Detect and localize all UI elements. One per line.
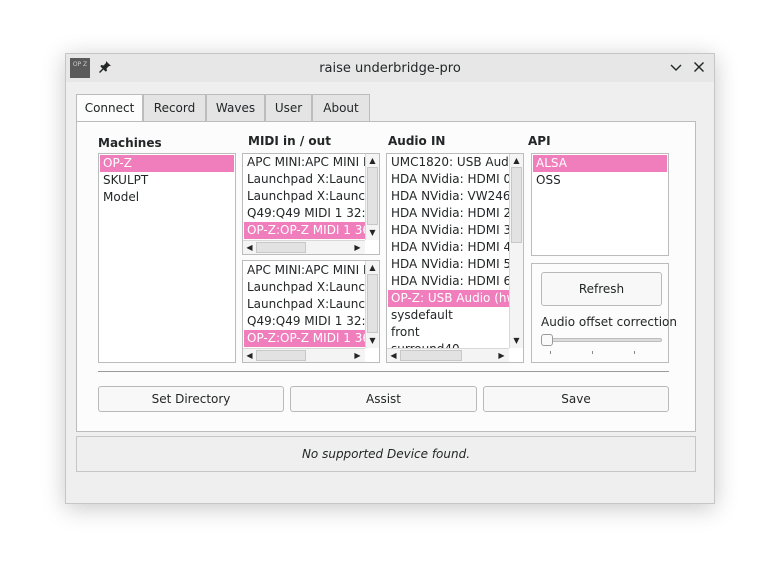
midi-in-hscrollbar[interactable]: ◀ ▶ (243, 240, 365, 254)
audio-in-item[interactable]: HDA NVidia: HDMI 4 (hw:1,10) (388, 239, 510, 256)
midi-out-hscrollbar[interactable]: ◀ ▶ (243, 348, 365, 362)
audio-offset-label: Audio offset correction (541, 315, 677, 329)
scroll-left-arrow-icon[interactable]: ◀ (387, 349, 400, 362)
audio-in-list[interactable]: UMC1820: USB Audio (hw:0,0) HDA NVidia: … (386, 153, 524, 363)
scroll-right-arrow-icon[interactable]: ▶ (351, 241, 364, 254)
refresh-button[interactable]: Refresh (541, 272, 662, 306)
scroll-thumb[interactable] (511, 167, 522, 243)
midi-out-item-selected[interactable]: OP-Z:OP-Z MIDI 1 36:0 (244, 330, 366, 347)
midi-in-item[interactable]: APC MINI:APC MINI MIDI 1 (244, 154, 366, 171)
connect-tab-panel: Machines OP-Z SKULPT Model MIDI in / out… (76, 121, 696, 432)
midi-out-vscrollbar[interactable]: ▲ ▼ (365, 261, 379, 348)
midi-in-item[interactable]: Launchpad X:Launchpad X MIDI 2 (244, 188, 366, 205)
audio-in-item[interactable]: HDA NVidia: VW246 (388, 188, 510, 205)
slider-tick (550, 351, 551, 354)
scroll-right-arrow-icon[interactable]: ▶ (495, 349, 508, 362)
audio-in-item[interactable]: sysdefault (388, 307, 510, 324)
audio-offset-slider-handle[interactable] (541, 334, 553, 346)
api-list[interactable]: ALSA OSS (531, 153, 669, 256)
midi-in-item[interactable]: Launchpad X:Launchpad X MIDI 1 (244, 171, 366, 188)
close-icon[interactable] (691, 59, 707, 75)
scroll-thumb[interactable] (367, 167, 378, 225)
audio-in-vscrollbar[interactable]: ▲ ▼ (509, 154, 523, 348)
scroll-thumb[interactable] (400, 350, 462, 361)
scroll-up-arrow-icon[interactable]: ▲ (366, 154, 379, 167)
window-title: raise underbridge-pro (319, 61, 461, 76)
midi-header: MIDI in / out (248, 134, 331, 148)
app-window: OP Z raise underbridge-pro Connect Recor… (65, 53, 715, 504)
assist-button[interactable]: Assist (290, 386, 477, 412)
minimize-chevron-icon[interactable] (668, 59, 684, 75)
separator-line (98, 371, 669, 372)
audio-in-item[interactable]: HDA NVidia: HDMI 2 (hw:1,8) (388, 205, 510, 222)
audio-in-item[interactable]: front (388, 324, 510, 341)
machines-list[interactable]: OP-Z SKULPT Model (98, 153, 236, 363)
machine-item-skulpt[interactable]: SKULPT (100, 172, 234, 189)
audio-in-item-selected[interactable]: OP-Z: USB Audio (hw:5,0) (388, 290, 510, 307)
audio-in-item[interactable]: HDA NVidia: HDMI 6 (hw:1,12) (388, 273, 510, 290)
scroll-thumb[interactable] (367, 274, 378, 333)
api-item-alsa[interactable]: ALSA (533, 155, 667, 172)
audio-in-item[interactable]: HDA NVidia: HDMI 5 (hw:1,11) (388, 256, 510, 273)
midi-in-vscrollbar[interactable]: ▲ ▼ (365, 154, 379, 240)
machine-item-op-z[interactable]: OP-Z (100, 155, 234, 172)
api-header: API (528, 134, 551, 148)
scroll-up-arrow-icon[interactable]: ▲ (366, 261, 379, 274)
midi-out-item[interactable]: Launchpad X:Launchpad X MIDI 1 (244, 279, 366, 296)
midi-in-item[interactable]: Q49:Q49 MIDI 1 32:0 (244, 205, 366, 222)
slider-tick (634, 351, 635, 354)
tab-about[interactable]: About (312, 94, 370, 121)
save-button[interactable]: Save (483, 386, 669, 412)
scroll-left-arrow-icon[interactable]: ◀ (243, 349, 256, 362)
scroll-left-arrow-icon[interactable]: ◀ (243, 241, 256, 254)
scroll-thumb[interactable] (256, 242, 306, 253)
machines-header: Machines (98, 136, 162, 150)
machine-item-model[interactable]: Model (100, 189, 234, 206)
set-directory-button[interactable]: Set Directory (98, 386, 284, 412)
midi-in-item-selected[interactable]: OP-Z:OP-Z MIDI 1 36:0 (244, 222, 366, 239)
midi-out-item[interactable]: Q49:Q49 MIDI 1 32:0 (244, 313, 366, 330)
device-settings-group: Refresh Audio offset correction (531, 263, 677, 363)
audio-in-item[interactable]: UMC1820: USB Audio (hw:0,0) (388, 154, 510, 171)
audio-in-hscrollbar[interactable]: ◀ ▶ (387, 348, 509, 362)
audio-in-item[interactable]: HDA NVidia: HDMI 3 (hw:1,9) (388, 222, 510, 239)
tab-record[interactable]: Record (143, 94, 206, 121)
tab-user[interactable]: User (265, 94, 312, 121)
scroll-down-arrow-icon[interactable]: ▼ (366, 226, 379, 239)
scroll-right-arrow-icon[interactable]: ▶ (351, 349, 364, 362)
status-message: No supported Device found. (76, 436, 696, 472)
tab-connect[interactable]: Connect (76, 94, 143, 122)
audio-offset-slider-groove[interactable] (541, 338, 662, 342)
audio-in-item[interactable]: HDA NVidia: HDMI 0 (hw:1,3) (388, 171, 510, 188)
scroll-up-arrow-icon[interactable]: ▲ (510, 154, 523, 167)
scroll-down-arrow-icon[interactable]: ▼ (510, 334, 523, 347)
midi-in-list[interactable]: APC MINI:APC MINI MIDI 1 Launchpad X:Lau… (242, 153, 380, 255)
midi-out-item[interactable]: APC MINI:APC MINI MIDI 1 (244, 262, 366, 279)
midi-out-item[interactable]: Launchpad X:Launchpad X MIDI 2 (244, 296, 366, 313)
api-item-oss[interactable]: OSS (533, 172, 667, 189)
scroll-thumb[interactable] (256, 350, 306, 361)
audio-in-header: Audio IN (388, 134, 446, 148)
tab-waves[interactable]: Waves (206, 94, 265, 121)
title-bar[interactable]: OP Z raise underbridge-pro (66, 54, 714, 82)
midi-out-list[interactable]: APC MINI:APC MINI MIDI 1 Launchpad X:Lau… (242, 260, 380, 363)
slider-tick (592, 351, 593, 354)
scroll-down-arrow-icon[interactable]: ▼ (366, 334, 379, 347)
